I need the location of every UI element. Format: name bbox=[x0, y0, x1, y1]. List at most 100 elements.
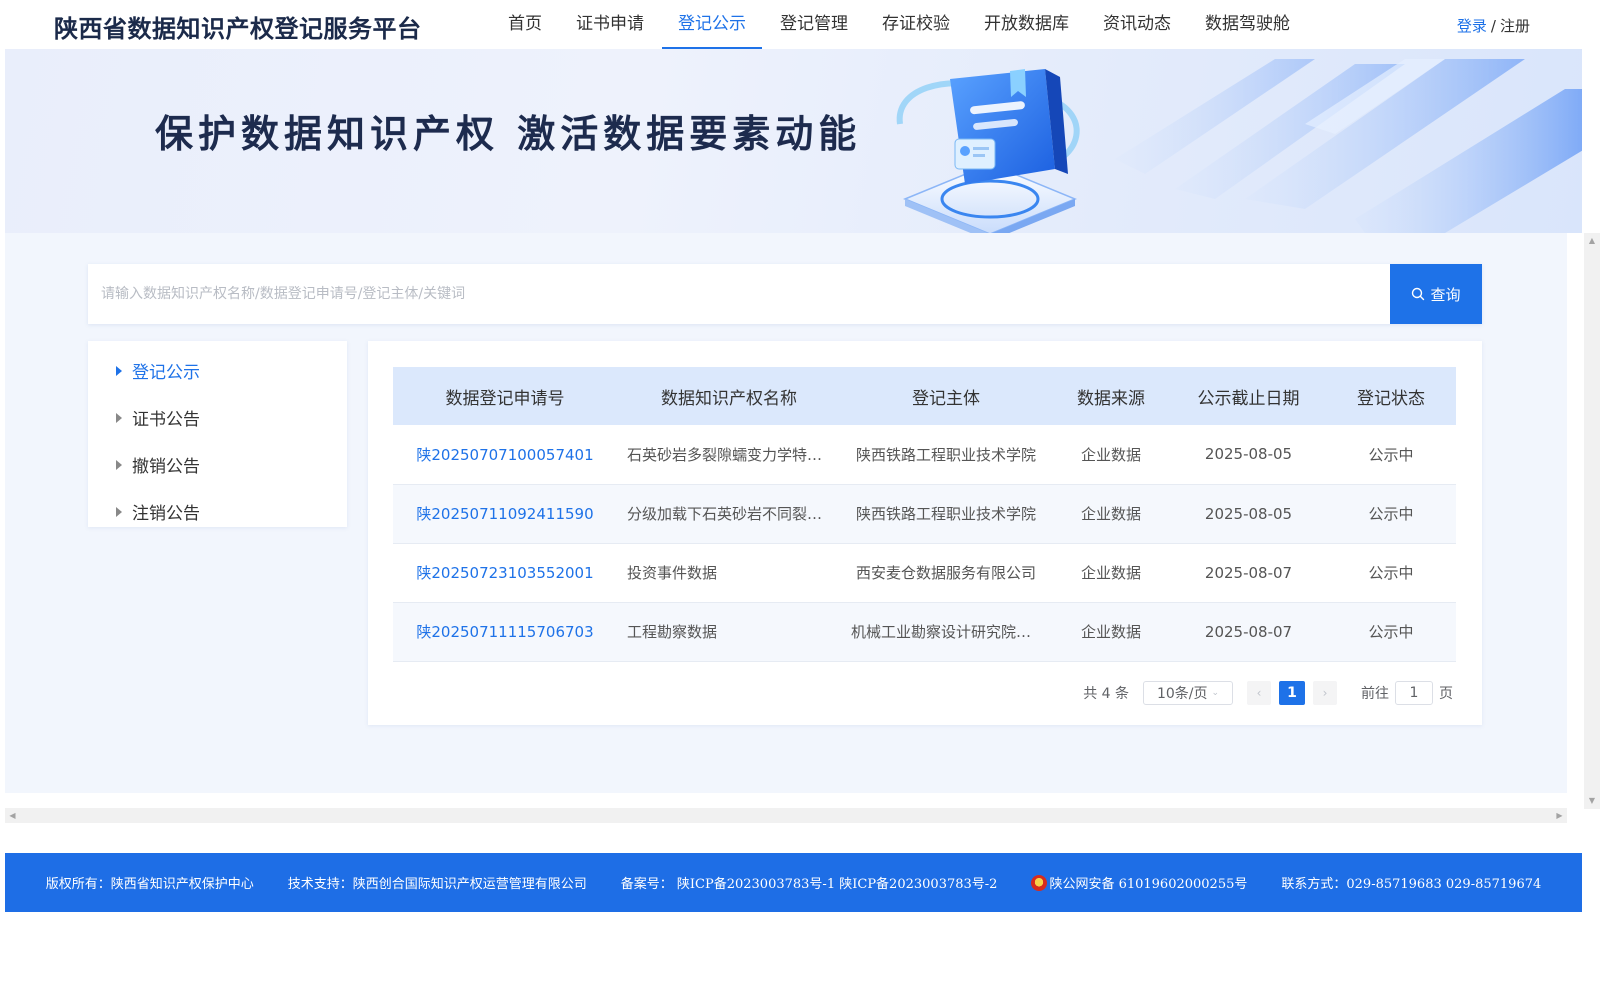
sidebar-item-label: 注销公告 bbox=[132, 504, 200, 524]
footer-police-text: 陕公网安备 61019602000255号 bbox=[1049, 877, 1248, 892]
vertical-scrollbar[interactable]: ▲ ▼ bbox=[1584, 233, 1600, 809]
sidebar-menu: 登记公示 证书公告 撤销公告 注销公告 bbox=[88, 341, 347, 527]
police-emblem-icon bbox=[1031, 874, 1048, 891]
nav-item-open-database[interactable]: 开放数据库 bbox=[968, 0, 1085, 49]
cell-deadline: 2025-08-07 bbox=[1171, 543, 1326, 603]
search-input[interactable] bbox=[88, 264, 1390, 324]
cell-source: 企业数据 bbox=[1051, 602, 1171, 662]
footer: 版权所有：陕西省知识产权保护中心 技术支持：陕西创合国际知识产权运营管理有限公司… bbox=[5, 853, 1582, 912]
horizontal-scrollbar[interactable]: ◀ ▶ bbox=[5, 808, 1567, 823]
cell-deadline: 2025-08-05 bbox=[1171, 484, 1326, 544]
app-no-link[interactable]: 陕20250711115706703 bbox=[416, 623, 593, 641]
sidebar-item-revocation-notice[interactable]: 撤销公告 bbox=[88, 441, 347, 488]
goto-page-input[interactable] bbox=[1395, 681, 1433, 705]
scroll-right-icon[interactable]: ▶ bbox=[1552, 808, 1567, 823]
pagination: 共 4 条 10条/页⌄ ‹ 1 › 前往 页 bbox=[1083, 681, 1453, 705]
results-panel: 数据登记申请号 数据知识产权名称 登记主体 数据来源 公示截止日期 登记状态 陕… bbox=[368, 341, 1482, 725]
nav-item-certificate-apply[interactable]: 证书申请 bbox=[560, 0, 660, 49]
nav-item-data-cockpit[interactable]: 数据驾驶舱 bbox=[1189, 0, 1306, 49]
table-header-row: 数据登记申请号 数据知识产权名称 登记主体 数据来源 公示截止日期 登记状态 bbox=[393, 367, 1456, 425]
cell-app-no: 陕20250723103552001 bbox=[393, 543, 617, 603]
sidebar-item-cancellation-notice[interactable]: 注销公告 bbox=[88, 488, 347, 535]
nav-item-home[interactable]: 首页 bbox=[492, 0, 558, 49]
column-header-app-no: 数据登记申请号 bbox=[393, 367, 617, 425]
goto-suffix: 页 bbox=[1439, 686, 1453, 702]
cell-name: 分级加载下石英砂岩不同裂… bbox=[617, 484, 841, 544]
caret-right-icon bbox=[116, 506, 122, 517]
cell-status: 公示中 bbox=[1326, 602, 1456, 662]
chevron-left-icon: ‹ bbox=[1256, 686, 1262, 700]
page-size-select[interactable]: 10条/页 ⌄ bbox=[1143, 681, 1233, 705]
footer-copyright: 版权所有：陕西省知识产权保护中心 bbox=[45, 877, 254, 892]
sidebar-item-label: 登记公示 bbox=[132, 363, 200, 383]
chevron-down-icon: ⌄ bbox=[1211, 688, 1220, 698]
register-link[interactable]: 注册 bbox=[1500, 17, 1530, 35]
next-page-button[interactable]: › bbox=[1313, 681, 1337, 705]
cell-subject: 机械工业勘察设计研究院有… bbox=[841, 602, 1051, 662]
scroll-up-icon[interactable]: ▲ bbox=[1584, 233, 1600, 249]
cell-status: 公示中 bbox=[1326, 484, 1456, 544]
login-link[interactable]: 登录 bbox=[1457, 17, 1487, 35]
caret-right-icon bbox=[116, 365, 122, 376]
column-header-name: 数据知识产权名称 bbox=[617, 367, 841, 425]
column-header-deadline: 公示截止日期 bbox=[1171, 367, 1326, 425]
caret-right-icon bbox=[116, 459, 122, 470]
top-header: 陕西省数据知识产权登记服务平台 首页 证书申请 登记公示 登记管理 存证校验 开… bbox=[0, 0, 1582, 49]
cell-deadline: 2025-08-07 bbox=[1171, 602, 1326, 662]
cell-app-no: 陕20250707100057401 bbox=[393, 425, 617, 485]
cell-deadline: 2025-08-05 bbox=[1171, 425, 1326, 485]
nav-item-evidence-verify[interactable]: 存证校验 bbox=[866, 0, 966, 49]
prev-page-button[interactable]: ‹ bbox=[1247, 681, 1271, 705]
auth-separator: / bbox=[1490, 17, 1496, 35]
nav-item-news[interactable]: 资讯动态 bbox=[1087, 0, 1187, 49]
cell-status: 公示中 bbox=[1326, 425, 1456, 485]
banner-illustration bbox=[896, 59, 1582, 233]
footer-icp[interactable]: 备案号： 陕ICP备2023003783号-1 陕ICP备2023003783号… bbox=[621, 873, 998, 892]
goto-label: 前往 bbox=[1361, 686, 1389, 702]
cell-status: 公示中 bbox=[1326, 543, 1456, 603]
cell-name: 投资事件数据 bbox=[617, 543, 841, 603]
cell-name: 石英砂岩多裂隙蠕变力学特… bbox=[617, 425, 841, 485]
sidebar-item-label: 证书公告 bbox=[132, 410, 200, 430]
cell-subject: 陕西铁路工程职业技术学院 bbox=[841, 484, 1051, 544]
auth-links: 登录 / 注册 bbox=[1457, 15, 1530, 36]
app-no-link[interactable]: 陕20250723103552001 bbox=[416, 564, 593, 582]
cell-subject: 西安麦仓数据服务有限公司 bbox=[841, 543, 1051, 603]
banner-slogan: 保护数据知识产权 激活数据要素动能 bbox=[155, 112, 862, 156]
main-nav: 首页 证书申请 登记公示 登记管理 存证校验 开放数据库 资讯动态 数据驾驶舱 bbox=[492, 0, 1308, 49]
cell-source: 企业数据 bbox=[1051, 484, 1171, 544]
table-row: 陕20250707100057401 石英砂岩多裂隙蠕变力学特… 陕西铁路工程职… bbox=[393, 425, 1456, 485]
page-size-value: 10条/页 bbox=[1156, 686, 1208, 702]
cell-app-no: 陕20250711115706703 bbox=[393, 602, 617, 662]
cell-source: 企业数据 bbox=[1051, 425, 1171, 485]
app-no-link[interactable]: 陕20250707100057401 bbox=[416, 446, 593, 464]
caret-right-icon bbox=[116, 412, 122, 423]
page-number-button[interactable]: 1 bbox=[1279, 681, 1305, 705]
footer-contact: 联系方式：029-85719683 029-85719674 bbox=[1281, 877, 1542, 892]
search-icon bbox=[1412, 287, 1425, 301]
footer-police-record[interactable]: 陕公网安备 61019602000255号 bbox=[1031, 873, 1247, 892]
column-header-source: 数据来源 bbox=[1051, 367, 1171, 425]
cell-app-no: 陕20250711092411590 bbox=[393, 484, 617, 544]
cell-source: 企业数据 bbox=[1051, 543, 1171, 603]
nav-item-registration-notice[interactable]: 登记公示 bbox=[662, 0, 762, 49]
sidebar-item-registration-notice[interactable]: 登记公示 bbox=[88, 347, 347, 394]
sidebar-item-label: 撤销公告 bbox=[132, 457, 200, 477]
app-no-link[interactable]: 陕20250711092411590 bbox=[416, 505, 593, 523]
search-bar: 查询 bbox=[88, 264, 1482, 324]
site-title: 陕西省数据知识产权登记服务平台 bbox=[54, 15, 422, 43]
scroll-left-icon[interactable]: ◀ bbox=[5, 808, 20, 823]
sidebar-item-certificate-notice[interactable]: 证书公告 bbox=[88, 394, 347, 441]
scroll-down-icon[interactable]: ▼ bbox=[1584, 793, 1600, 809]
nav-item-registration-management[interactable]: 登记管理 bbox=[764, 0, 864, 49]
pagination-total: 共 4 条 bbox=[1083, 686, 1129, 702]
search-button[interactable]: 查询 bbox=[1390, 264, 1482, 324]
table-row: 陕20250711115706703 工程勘察数据 机械工业勘察设计研究院有… … bbox=[393, 602, 1456, 662]
hero-banner: 保护数据知识产权 激活数据要素动能 bbox=[5, 49, 1582, 233]
results-table: 数据登记申请号 数据知识产权名称 登记主体 数据来源 公示截止日期 登记状态 陕… bbox=[393, 367, 1456, 662]
table-row: 陕20250711092411590 分级加载下石英砂岩不同裂… 陕西铁路工程职… bbox=[393, 484, 1456, 544]
cell-name: 工程勘察数据 bbox=[617, 602, 841, 662]
chevron-right-icon: › bbox=[1322, 686, 1328, 700]
column-header-status: 登记状态 bbox=[1326, 367, 1456, 425]
table-row: 陕20250723103552001 投资事件数据 西安麦仓数据服务有限公司 企… bbox=[393, 543, 1456, 603]
